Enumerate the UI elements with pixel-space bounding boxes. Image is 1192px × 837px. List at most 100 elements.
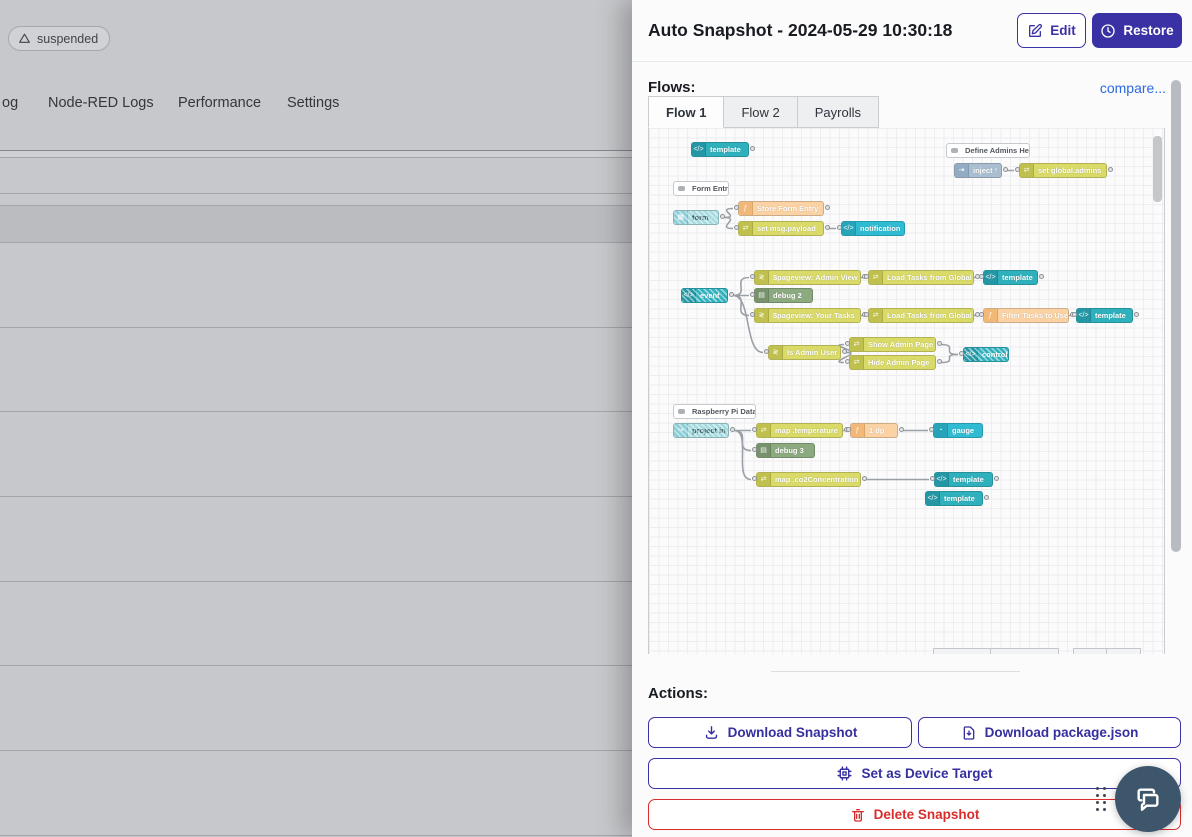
- input-port: [929, 427, 934, 432]
- restore-button[interactable]: Restore: [1092, 13, 1182, 48]
- output-port: [994, 476, 999, 481]
- input-port: [734, 225, 739, 230]
- viewer-button-group: Copy Download: [933, 648, 1059, 654]
- snapshot-panel: Auto Snapshot - 2024-05-29 10:30:18 Edit…: [632, 0, 1192, 837]
- flow-node-label: template: [949, 473, 992, 486]
- edit-button[interactable]: Edit: [1017, 13, 1086, 48]
- trash-icon: [850, 807, 866, 823]
- input-port: [979, 312, 984, 317]
- copy-button[interactable]: Copy: [933, 648, 991, 654]
- code-icon: </>: [984, 271, 998, 284]
- flow-node-label: Load Tasks from Global: [883, 271, 973, 284]
- flow-node-label: gauge: [948, 424, 982, 437]
- input-port: [750, 292, 755, 297]
- flows-section-label: Flows:: [648, 79, 696, 96]
- tab-flow-2[interactable]: Flow 2: [724, 96, 797, 128]
- output-port: [729, 292, 734, 297]
- output-port: [720, 214, 725, 219]
- set-device-target-button[interactable]: Set as Device Target: [648, 758, 1181, 789]
- chat-bubbles-icon: [1132, 783, 1164, 815]
- download-snapshot-label: Download Snapshot: [728, 725, 858, 740]
- input-port: [752, 476, 757, 481]
- flow-node-t6: </>template: [925, 491, 983, 506]
- plus-icon[interactable]: +: [1107, 648, 1141, 654]
- input-port: [845, 341, 850, 346]
- edit-button-label: Edit: [1050, 23, 1076, 38]
- flow-node-label: map .temperature: [771, 424, 842, 437]
- canvas-scrollbar[interactable]: [1153, 136, 1162, 202]
- input-port: [750, 274, 755, 279]
- tab-log[interactable]: og: [2, 95, 18, 111]
- download-button[interactable]: Download: [991, 648, 1059, 654]
- download-package-json-button[interactable]: Download package.json: [918, 717, 1181, 748]
- switch-icon: ≷: [755, 309, 769, 322]
- bubble-icon: [674, 182, 688, 195]
- magnifier-icon[interactable]: ○: [1073, 648, 1107, 654]
- output-port: [750, 146, 755, 151]
- flow-node-c3: Raspberry Pi Data: [673, 404, 756, 419]
- pencil-square-icon: [1027, 23, 1043, 39]
- delete-snapshot-label: Delete Snapshot: [874, 807, 980, 822]
- input-port: [750, 312, 755, 317]
- flow-node-t5: </>template: [934, 472, 993, 487]
- chat-widget-button[interactable]: [1115, 766, 1181, 832]
- flow-node-c1: Define Admins Here: [946, 143, 1030, 158]
- flow-preview-canvas[interactable]: </>templateDefine Admins Here⇥inject ¹⇄s…: [648, 128, 1165, 654]
- tab-payrolls[interactable]: Payrolls: [798, 96, 879, 128]
- flow-node-c2: Form Entry: [673, 181, 729, 196]
- output-port: [899, 427, 904, 432]
- input-port: [930, 476, 935, 481]
- gauge-icon: ◔: [934, 424, 948, 437]
- tab-performance[interactable]: Performance: [178, 95, 261, 111]
- flow-node-label: debug 2: [769, 289, 812, 302]
- output-port: [825, 205, 830, 210]
- function-icon: ƒ: [851, 424, 865, 437]
- flow-node-sw3: ≷Is Admin User: [768, 345, 841, 360]
- switch-icon: ≷: [755, 271, 769, 284]
- switch-icon: ≷: [769, 346, 783, 359]
- download-package-json-label: Download package.json: [985, 725, 1139, 740]
- flow-node-chg2: ⇄set msg.payload: [738, 221, 824, 236]
- flow-node-label: set global.admins: [1034, 164, 1106, 177]
- flow-node-chg3: ⇄Load Tasks from Global: [868, 270, 974, 285]
- flow-node-label: set msg.payload: [753, 222, 823, 235]
- input-port: [845, 359, 850, 364]
- flow-node-f1: ƒStore Form Entry: [738, 201, 824, 216]
- flow-node-label: template: [1091, 309, 1132, 322]
- page-title: Auto Snapshot - 2024-05-29 10:30:18: [648, 20, 1017, 41]
- output-port: [730, 427, 735, 432]
- flow-node-label: Raspberry Pi Data: [688, 405, 755, 418]
- flow-node-t4: </>template: [1076, 308, 1133, 323]
- compare-link[interactable]: compare...: [1100, 80, 1166, 96]
- change-icon: ⇄: [757, 424, 771, 437]
- input-port: [1072, 312, 1077, 317]
- viewer-zoom-group: ○ +: [1073, 648, 1141, 654]
- widget-drag-handle[interactable]: [1096, 787, 1106, 811]
- flow-node-pin: ↪project in 1: [673, 423, 729, 438]
- page-scrollbar[interactable]: [1171, 80, 1181, 552]
- tab-settings[interactable]: Settings: [287, 95, 339, 111]
- flow-node-label: map .co2Concentration: [771, 473, 860, 486]
- flow-node-label: Show Admin Page: [864, 338, 935, 351]
- status-badge: suspended: [8, 26, 110, 51]
- file-download-icon: [961, 725, 977, 741]
- flow-node-f2: ƒFilter Tasks to User: [983, 308, 1069, 323]
- flow-node-label: event: [696, 289, 727, 302]
- warning-icon: [18, 32, 31, 45]
- clock-icon: [1100, 23, 1116, 39]
- download-snapshot-button[interactable]: Download Snapshot: [648, 717, 912, 748]
- flow-node-inj: ⇥inject ¹: [954, 163, 1002, 178]
- flow-node-label: template: [706, 143, 748, 156]
- flow-node-t3: </>template: [983, 270, 1038, 285]
- input-port: [734, 205, 739, 210]
- link-icon: ↪: [674, 424, 688, 437]
- tab-node-red-logs[interactable]: Node-RED Logs: [48, 95, 154, 111]
- output-port: [937, 341, 942, 346]
- actions-section-label: Actions:: [648, 685, 708, 702]
- output-port: [825, 225, 830, 230]
- change-icon: ⇄: [757, 473, 771, 486]
- form-icon: ▦: [674, 211, 688, 224]
- tab-flow-1[interactable]: Flow 1: [648, 96, 724, 128]
- code-icon: </>: [682, 289, 696, 302]
- change-icon: ⇄: [869, 271, 883, 284]
